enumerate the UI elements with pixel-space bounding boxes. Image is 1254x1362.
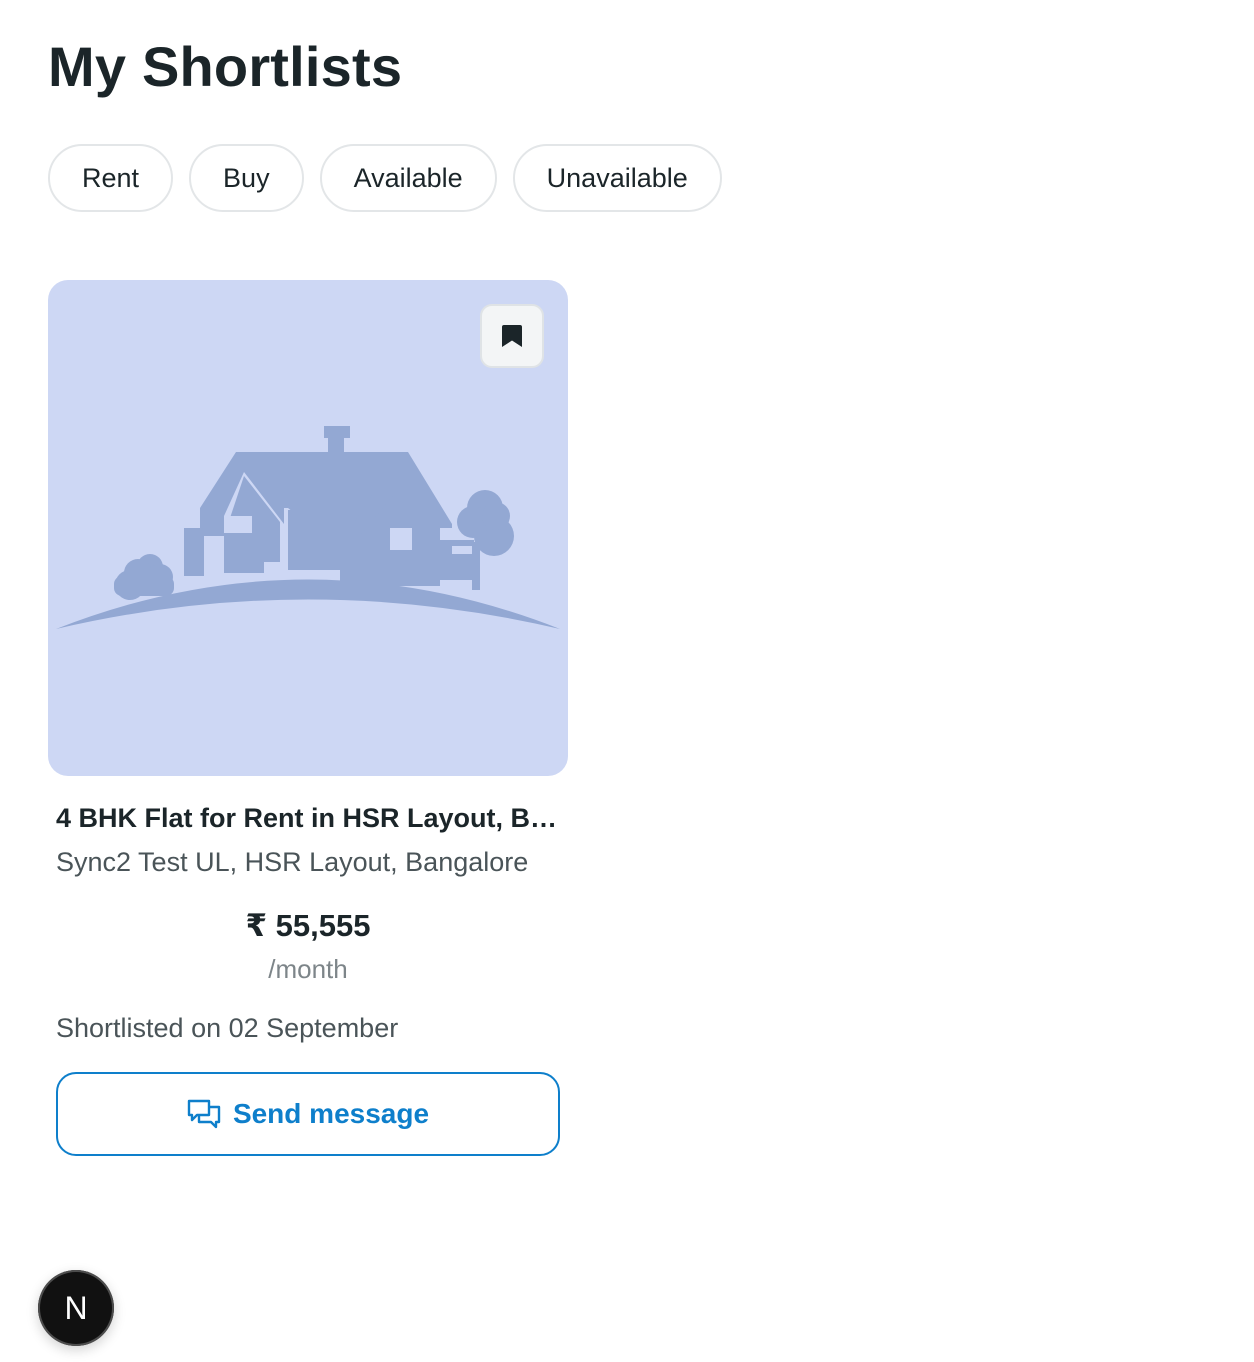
- shortlists-page: My Shortlists Rent Buy Available Unavail…: [0, 0, 1254, 1362]
- filter-chip-available[interactable]: Available: [319, 144, 497, 212]
- property-card-body: 4 BHK Flat for Rent in HSR Layout, Banga…: [48, 800, 568, 1156]
- price-unit: /month: [268, 954, 348, 984]
- price-block: ₹ 55,555 /month: [56, 906, 560, 986]
- property-price: ₹ 55,555: [245, 908, 371, 943]
- property-card[interactable]: 4 BHK Flat for Rent in HSR Layout, Banga…: [48, 280, 568, 1156]
- send-message-button[interactable]: Send message: [56, 1072, 560, 1156]
- property-location: Sync2 Test UL, HSR Layout, Bangalore: [56, 847, 529, 877]
- filter-chip-rent[interactable]: Rent: [48, 144, 174, 212]
- nextjs-badge-button[interactable]: N: [38, 1270, 114, 1346]
- property-title[interactable]: 4 BHK Flat for Rent in HSR Layout, Banga…: [56, 800, 560, 836]
- bookmark-button[interactable]: [480, 304, 544, 368]
- filter-chip-buy[interactable]: Buy: [189, 144, 304, 212]
- property-image-placeholder[interactable]: [48, 280, 568, 776]
- shortlisted-date: Shortlisted on 02 September: [56, 1013, 399, 1043]
- filter-chip-unavailable[interactable]: Unavailable: [512, 144, 722, 212]
- filter-chips: Rent Buy Available Unavailable: [48, 144, 722, 212]
- send-message-label: Send message: [232, 1098, 430, 1129]
- chat-bubbles-icon: [187, 1099, 221, 1129]
- nextjs-logo-icon: N: [64, 1289, 88, 1326]
- bookmark-filled-icon: [502, 325, 522, 347]
- page-title: My Shortlists: [48, 35, 403, 98]
